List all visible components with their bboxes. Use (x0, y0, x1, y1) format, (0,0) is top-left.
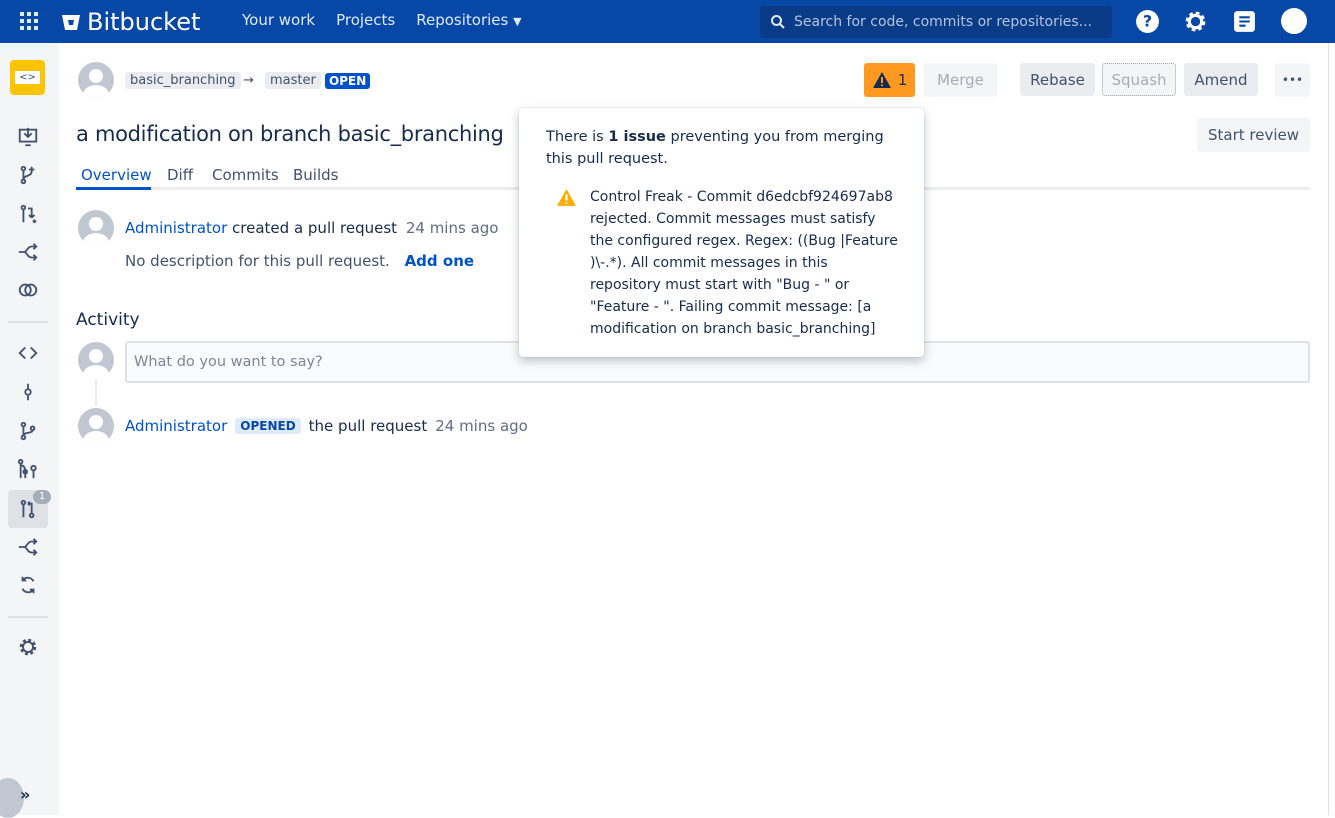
active-tab-indicator (76, 187, 151, 190)
event-avatar (78, 408, 114, 444)
author-avatar (78, 62, 114, 98)
issue-item: Control Freak - Commit d6edcbf924697ab8 … (546, 186, 902, 340)
forks-icon[interactable] (8, 529, 48, 565)
search-placeholder: Search for code, commits or repositories… (794, 14, 1092, 30)
create-branch-icon[interactable] (8, 157, 48, 193)
opened-badge: OPENED (235, 418, 301, 434)
activity-heading: Activity (76, 310, 140, 330)
tab-diff[interactable]: Diff (167, 166, 193, 184)
search-input[interactable]: Search for code, commits or repositories… (760, 6, 1112, 38)
tab-builds[interactable]: Builds (293, 166, 338, 184)
branch-arrow: → (243, 73, 254, 88)
activity-connector (95, 380, 97, 406)
squash-button[interactable]: Squash (1102, 63, 1176, 96)
expand-sidebar-icon[interactable]: » (20, 785, 30, 804)
sidebar-divider (8, 616, 48, 618)
user-avatar[interactable] (1281, 8, 1307, 34)
all-branches-icon[interactable] (8, 451, 48, 487)
bucket-icon (62, 15, 80, 30)
popup-issue-count: 1 issue (608, 129, 666, 145)
created-action: created a pull request (232, 219, 398, 237)
created-time: 24 mins ago (405, 219, 499, 237)
chevron-down-icon: ▼ (513, 15, 522, 28)
source-icon[interactable] (8, 335, 48, 371)
tab-commits[interactable]: Commits (212, 166, 279, 184)
help-icon[interactable]: ? (1135, 9, 1160, 34)
no-description-text: No description for this pull request. (125, 252, 390, 270)
sync-icon[interactable] (8, 567, 48, 603)
merge-issues-button[interactable]: 1 (864, 63, 915, 97)
bitbucket-logo[interactable]: Bitbucket (61, 8, 200, 36)
author-link[interactable]: Administrator (125, 219, 227, 237)
top-navigation: Bitbucket Your work Projects Repositorie… (0, 0, 1335, 43)
popup-prefix: There is (546, 129, 609, 145)
page-scrollbar[interactable] (1328, 43, 1335, 815)
event-text: the pull request (308, 417, 428, 435)
repository-sidebar: <> 1 » (0, 43, 59, 818)
issues-count: 1 (897, 71, 908, 89)
start-review-button[interactable]: Start review (1197, 118, 1310, 152)
brand-name: Bitbucket (87, 8, 201, 36)
create-pull-request-icon[interactable] (8, 196, 48, 232)
merge-button[interactable]: Merge (924, 63, 997, 97)
nav-projects[interactable]: Projects (336, 11, 395, 29)
rebase-button[interactable]: Rebase (1020, 63, 1095, 96)
more-actions-button[interactable]: ••• (1275, 63, 1310, 97)
current-user-avatar (78, 342, 114, 378)
add-description-link[interactable]: Add one (405, 252, 474, 270)
comment-placeholder: What do you want to say? (134, 354, 323, 370)
commits-icon[interactable] (8, 374, 48, 410)
clone-icon[interactable] (8, 119, 48, 155)
compare-icon[interactable] (8, 272, 48, 308)
fork-icon[interactable] (8, 234, 48, 270)
description: No description for this pull request. Ad… (125, 252, 474, 270)
repository-settings-icon[interactable] (8, 629, 48, 665)
created-line: Administrator created a pull request 24 … (125, 219, 498, 237)
app-switcher-icon[interactable] (20, 12, 38, 30)
target-branch[interactable]: master (265, 72, 321, 89)
pull-requests-count-badge: 1 (33, 490, 51, 504)
settings-gear-icon[interactable] (1183, 9, 1208, 34)
creator-avatar (78, 210, 114, 246)
svg-text:?: ? (1143, 13, 1152, 31)
source-branch[interactable]: basic_branching (125, 72, 241, 89)
nav-your-work[interactable]: Your work (242, 11, 315, 29)
status-badge: OPEN (325, 73, 371, 89)
notifications-icon[interactable] (1232, 9, 1257, 34)
tab-overview[interactable]: Overview (81, 166, 152, 184)
warning-icon (557, 189, 576, 206)
repository-avatar-icon[interactable]: <> (10, 60, 45, 95)
nav-repositories[interactable]: Repositories ▼ (416, 11, 521, 29)
event-time: 24 mins ago (435, 417, 528, 435)
nav-repositories-label: Repositories (416, 11, 509, 29)
warning-icon (872, 72, 891, 88)
popup-summary: There is 1 issue preventing you from mer… (546, 126, 902, 170)
search-icon (771, 15, 785, 29)
branches-icon[interactable] (8, 413, 48, 449)
page-title: a modification on branch basic_branching (76, 122, 504, 146)
issue-message: Control Freak - Commit d6edcbf924697ab8 … (590, 189, 898, 337)
sidebar-divider (8, 321, 48, 323)
merge-issues-popup: There is 1 issue preventing you from mer… (519, 108, 924, 357)
event-author-link[interactable]: Administrator (125, 417, 227, 435)
activity-event: Administrator OPENED the pull request 24… (125, 417, 528, 435)
amend-button[interactable]: Amend (1184, 63, 1258, 96)
